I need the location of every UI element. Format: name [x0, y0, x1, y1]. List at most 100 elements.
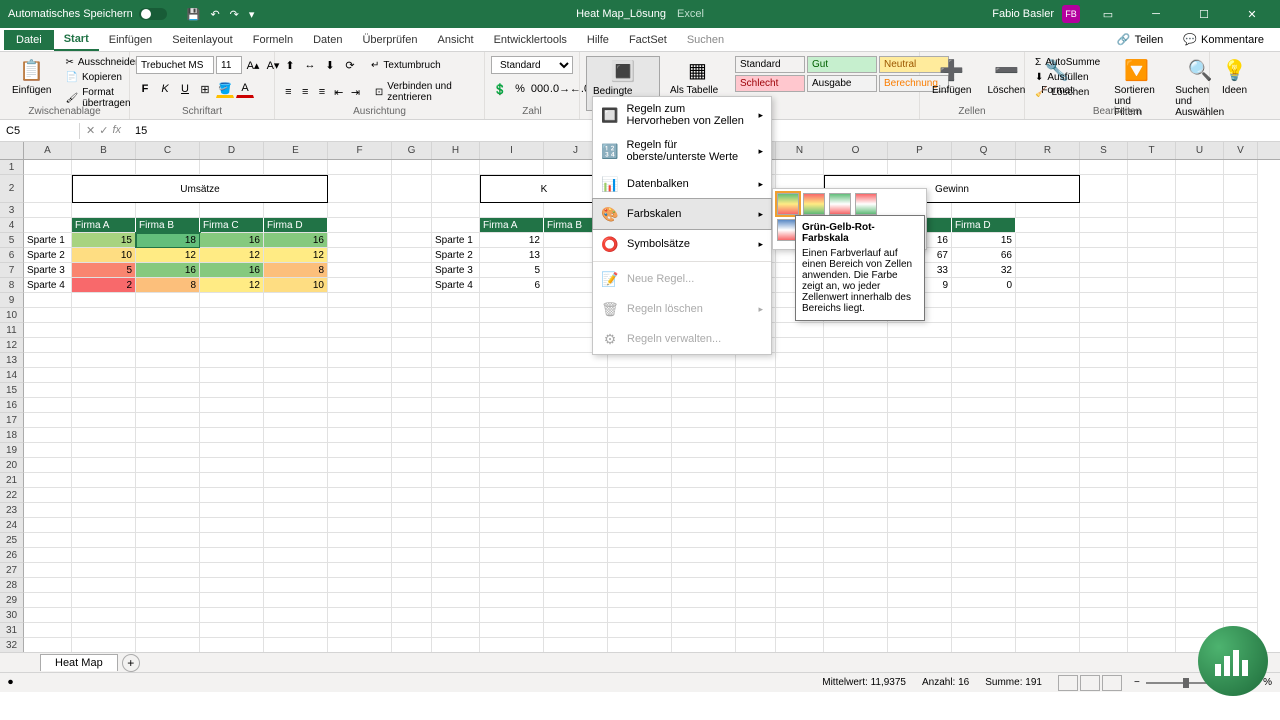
cell[interactable]: [1128, 338, 1176, 353]
cell[interactable]: [480, 593, 544, 608]
cf-top-bottom-rules[interactable]: 🔢Regeln für oberste/unterste Werte▸: [593, 133, 771, 169]
cell[interactable]: 2: [72, 278, 136, 293]
cell[interactable]: [1016, 353, 1080, 368]
cell[interactable]: [544, 608, 608, 623]
search[interactable]: Suchen: [677, 30, 734, 50]
cell[interactable]: 5: [480, 263, 544, 278]
cell[interactable]: [1128, 533, 1176, 548]
cell[interactable]: [544, 623, 608, 638]
cell[interactable]: [776, 518, 824, 533]
cell[interactable]: [72, 458, 136, 473]
cell[interactable]: [72, 623, 136, 638]
cell[interactable]: [264, 578, 328, 593]
cell[interactable]: [24, 518, 72, 533]
percent-icon[interactable]: %: [511, 80, 529, 98]
row-header[interactable]: 4: [0, 218, 24, 233]
cell[interactable]: [392, 308, 432, 323]
cell[interactable]: 16: [200, 263, 264, 278]
cell[interactable]: [72, 203, 136, 218]
cell[interactable]: [200, 398, 264, 413]
cell[interactable]: [264, 293, 328, 308]
cell[interactable]: [480, 578, 544, 593]
cell[interactable]: Sparte 1: [24, 233, 72, 248]
cell[interactable]: [392, 263, 432, 278]
cell[interactable]: [328, 518, 392, 533]
cell[interactable]: [544, 353, 608, 368]
cell[interactable]: [328, 175, 392, 203]
cell[interactable]: [432, 368, 480, 383]
cell[interactable]: [136, 503, 200, 518]
cell[interactable]: [776, 398, 824, 413]
cell[interactable]: [264, 548, 328, 563]
cf-highlight-rules[interactable]: 🔲Regeln zum Hervorheben von Zellen▸: [593, 97, 771, 133]
cell[interactable]: [72, 428, 136, 443]
cell[interactable]: [136, 428, 200, 443]
col-O[interactable]: O: [824, 142, 888, 159]
cell[interactable]: [776, 458, 824, 473]
cell[interactable]: [200, 593, 264, 608]
cell[interactable]: [1176, 368, 1224, 383]
cell[interactable]: [264, 308, 328, 323]
cell[interactable]: [736, 413, 776, 428]
cell[interactable]: [1016, 233, 1080, 248]
cell[interactable]: [888, 160, 952, 175]
cell[interactable]: [1080, 353, 1128, 368]
cell[interactable]: [1224, 160, 1258, 175]
cell[interactable]: [736, 518, 776, 533]
cell[interactable]: Sparte 3: [432, 263, 480, 278]
cell[interactable]: [392, 175, 432, 203]
cell[interactable]: [1128, 160, 1176, 175]
cell[interactable]: [736, 458, 776, 473]
cell[interactable]: [136, 443, 200, 458]
cell[interactable]: [1128, 548, 1176, 563]
cell[interactable]: [1016, 563, 1080, 578]
cell[interactable]: Sparte 1: [432, 233, 480, 248]
cell[interactable]: [608, 383, 672, 398]
cell[interactable]: [672, 578, 736, 593]
cell[interactable]: [672, 398, 736, 413]
cell[interactable]: [432, 413, 480, 428]
cell[interactable]: [24, 160, 72, 175]
style-gut[interactable]: Gut: [807, 56, 877, 73]
cell[interactable]: [1224, 488, 1258, 503]
cell[interactable]: [544, 368, 608, 383]
cell[interactable]: [264, 518, 328, 533]
cell[interactable]: [1176, 443, 1224, 458]
cell[interactable]: [392, 593, 432, 608]
cell[interactable]: [672, 473, 736, 488]
cell[interactable]: [608, 623, 672, 638]
cell[interactable]: [1176, 593, 1224, 608]
cell[interactable]: [432, 623, 480, 638]
cell[interactable]: [328, 398, 392, 413]
cell[interactable]: [608, 458, 672, 473]
cell[interactable]: [1128, 175, 1176, 203]
cell[interactable]: [1128, 503, 1176, 518]
cell[interactable]: [1016, 473, 1080, 488]
cell[interactable]: 15: [952, 233, 1016, 248]
row-header[interactable]: 32: [0, 638, 24, 652]
cell[interactable]: [200, 473, 264, 488]
cell[interactable]: [1224, 218, 1258, 233]
delete-cells-button[interactable]: ➖Löschen: [981, 56, 1031, 98]
cell[interactable]: [736, 608, 776, 623]
cell[interactable]: [24, 563, 72, 578]
cell[interactable]: [1128, 413, 1176, 428]
style-ausgabe[interactable]: Ausgabe: [807, 75, 877, 92]
cell[interactable]: [392, 533, 432, 548]
cell[interactable]: [608, 548, 672, 563]
cell[interactable]: [24, 338, 72, 353]
cell[interactable]: [1176, 175, 1224, 203]
cell[interactable]: [1176, 563, 1224, 578]
cell[interactable]: [432, 548, 480, 563]
cell[interactable]: [200, 338, 264, 353]
col-G[interactable]: G: [392, 142, 432, 159]
cell[interactable]: [264, 203, 328, 218]
cell[interactable]: [672, 563, 736, 578]
cell[interactable]: [72, 323, 136, 338]
cell[interactable]: [952, 473, 1016, 488]
cell[interactable]: [72, 338, 136, 353]
cell[interactable]: [264, 593, 328, 608]
cell[interactable]: [1128, 203, 1176, 218]
cell[interactable]: [24, 548, 72, 563]
cell[interactable]: [1176, 308, 1224, 323]
